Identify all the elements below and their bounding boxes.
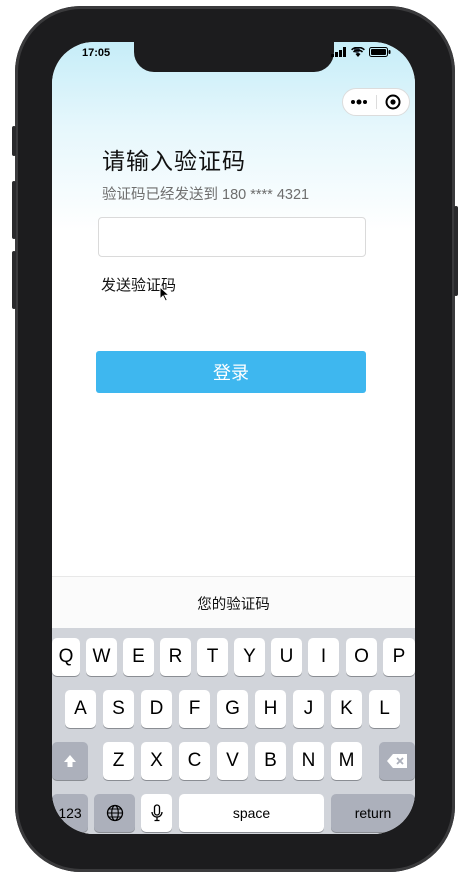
more-button[interactable] [343,89,376,115]
key-e[interactable]: E [123,638,154,676]
side-button [454,206,458,296]
key-k[interactable]: K [331,690,362,728]
key-j[interactable]: J [293,690,324,728]
return-key[interactable]: return [331,794,415,832]
more-dots-icon [351,99,368,105]
key-w[interactable]: W [86,638,117,676]
dictation-key[interactable] [141,794,172,832]
key-n[interactable]: N [293,742,324,780]
keyboard-toolbar: 您的验证码 [52,576,415,629]
numbers-key[interactable]: 123 [52,794,88,832]
page-subtitle: 验证码已经发送到 180 **** 4321 [102,187,310,203]
key-y[interactable]: Y [234,638,265,676]
key-v[interactable]: V [217,742,248,780]
signal-icon [331,47,346,57]
wifi-icon [351,47,365,57]
key-d[interactable]: D [141,690,172,728]
space-key[interactable]: space [179,794,324,832]
key-z[interactable]: Z [103,742,134,780]
key-u[interactable]: U [271,638,302,676]
key-q[interactable]: Q [52,638,80,676]
key-g[interactable]: G [217,690,248,728]
key-b[interactable]: B [255,742,286,780]
close-circle-icon [385,94,401,110]
key-x[interactable]: X [141,742,172,780]
delete-key[interactable] [379,742,415,780]
key-a[interactable]: A [65,690,96,728]
key-m[interactable]: M [331,742,362,780]
keyboard-toolbar-title: 您的验证码 [197,596,270,613]
microphone-icon [150,804,163,822]
key-s[interactable]: S [103,690,134,728]
side-button [12,126,16,156]
key-l[interactable]: L [369,690,400,728]
globe-icon [106,804,123,822]
key-f[interactable]: F [179,690,210,728]
key-c[interactable]: C [179,742,210,780]
page-title: 请输入验证码 [102,148,246,174]
shift-key[interactable] [52,742,88,780]
globe-key[interactable] [94,794,135,832]
backspace-icon [387,754,407,768]
battery-icon [369,47,391,57]
login-button[interactable]: 登录 [96,351,366,393]
side-button [12,181,16,239]
side-button [12,251,16,309]
miniprogram-capsule [342,88,410,116]
keyboard: Q W E R T Y U I O P A S D F G H J K L Z … [52,628,415,834]
key-h[interactable]: H [255,690,286,728]
status-time: 17:05 [82,47,111,59]
key-p[interactable]: P [383,638,415,676]
screen: 17:05 请输入验证码 验证码已经发送到 180 **** 4321 发送验证… [52,42,415,834]
status-icons [331,47,391,57]
shift-icon [64,755,76,767]
key-r[interactable]: R [160,638,191,676]
key-i[interactable]: I [308,638,339,676]
close-button[interactable] [376,89,409,115]
notch [134,42,360,72]
verification-code-input[interactable] [98,217,366,257]
key-o[interactable]: O [346,638,377,676]
mouse-cursor-icon [159,286,170,302]
key-t[interactable]: T [197,638,228,676]
